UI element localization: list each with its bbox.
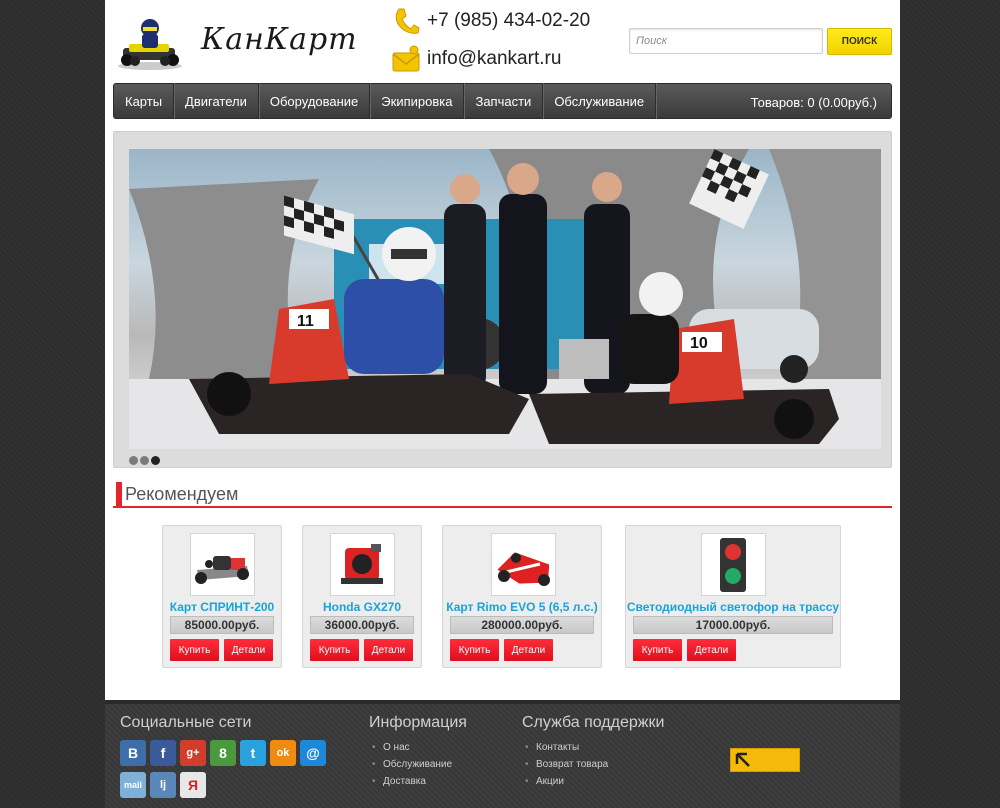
email-address[interactable]: info@kankart.ru	[427, 48, 561, 70]
details-button[interactable]: Детали	[504, 639, 553, 661]
footer: Социальные сети В f g+ 8 t ok @ mail lj …	[105, 700, 900, 808]
svg-text:11: 11	[297, 313, 314, 330]
phone-icon	[395, 8, 420, 34]
google-icon[interactable]: 8	[210, 740, 236, 766]
product-image[interactable]	[491, 533, 556, 596]
product-name[interactable]: Карт Rimo EVO 5 (6,5 л.с.)	[443, 600, 601, 614]
product-card: Светодиодный светофор на трассу 17000.00…	[625, 525, 841, 668]
email-contact: info@kankart.ru	[392, 44, 561, 74]
footer-support-links: Контакты Возврат товара Акции	[522, 742, 608, 793]
footer-link-about[interactable]: О нас	[369, 742, 452, 759]
footer-info-links: О нас Обслуживание Доставка	[369, 742, 452, 793]
slider-dot-2[interactable]	[140, 456, 149, 465]
nav-item-service[interactable]: Обслуживание	[543, 83, 657, 119]
buy-button[interactable]: Купить	[170, 639, 219, 661]
details-button[interactable]: Детали	[224, 639, 273, 661]
kart-rimo-icon	[497, 552, 550, 586]
search-input[interactable]	[629, 28, 823, 54]
footer-link-returns[interactable]: Возврат товара	[522, 759, 608, 776]
product-price: 36000.00руб.	[310, 616, 414, 634]
product-image[interactable]	[190, 533, 255, 596]
livejournal-icon[interactable]: lj	[150, 772, 176, 798]
slider-dots	[129, 456, 160, 465]
footer-link-contacts[interactable]: Контакты	[522, 742, 608, 759]
phone-contact: +7 (985) 434-02-20	[392, 6, 590, 36]
product-card: Карт СПРИНТ-200 85000.00руб. Купить Дета…	[162, 525, 282, 668]
logo-text: КанКарт	[201, 22, 358, 57]
nav-item-gear[interactable]: Экипировка	[370, 83, 465, 119]
facebook-icon[interactable]: f	[150, 740, 176, 766]
section-title: Рекомендуем	[125, 484, 239, 504]
product-image[interactable]	[701, 533, 766, 596]
phone-number[interactable]: +7 (985) 434-02-20	[427, 10, 590, 32]
product-price: 85000.00руб.	[170, 616, 274, 634]
footer-link-delivery[interactable]: Доставка	[369, 776, 452, 793]
section-recommended: Рекомендуем	[113, 482, 892, 508]
details-button[interactable]: Детали	[364, 639, 413, 661]
mailru-icon[interactable]: @	[300, 740, 326, 766]
product-price: 17000.00руб.	[633, 616, 833, 634]
buy-button[interactable]: Купить	[633, 639, 682, 661]
section-accent-bar	[116, 482, 122, 506]
product-name[interactable]: Светодиодный светофор на трассу	[626, 600, 840, 614]
nav-item-equipment[interactable]: Оборудование	[259, 83, 371, 119]
kart-sprint-icon	[195, 556, 249, 584]
arrow-up-left-icon	[735, 752, 750, 767]
nav-item-parts[interactable]: Запчасти	[464, 83, 544, 119]
nav-item-karts[interactable]: Карты	[114, 83, 175, 119]
product-name[interactable]: Honda GX270	[303, 600, 421, 614]
footer-info-title: Информация	[369, 714, 467, 731]
product-card: Honda GX270 36000.00руб. Купить Детали	[302, 525, 422, 668]
scroll-up-button[interactable]	[730, 748, 800, 772]
slider-dot-3[interactable]	[151, 456, 160, 465]
hero-slider: 11 10	[113, 131, 892, 468]
envelope-icon	[392, 45, 420, 72]
engine-icon	[341, 544, 383, 584]
product-price: 280000.00руб.	[450, 616, 594, 634]
karting-photo: 11 10	[129, 149, 881, 449]
page: КанКарт +7 (985) 434-02-20 info@kankart.…	[105, 0, 900, 700]
footer-link-promotions[interactable]: Акции	[522, 776, 608, 793]
vk-icon[interactable]: В	[120, 740, 146, 766]
email-share-icon[interactable]: mail	[120, 772, 146, 798]
nav-item-engines[interactable]: Двигатели	[174, 83, 259, 119]
slider-dot-1[interactable]	[129, 456, 138, 465]
slide-image[interactable]: 11 10	[129, 149, 881, 449]
svg-text:10: 10	[690, 335, 708, 352]
search-button[interactable]: ПОИСК	[827, 28, 892, 55]
main-nav: Карты Двигатели Оборудование Экипировка …	[113, 83, 892, 119]
product-card: Карт Rimo EVO 5 (6,5 л.с.) 280000.00руб.…	[442, 525, 602, 668]
product-name[interactable]: Карт СПРИНТ-200	[163, 600, 281, 614]
details-button[interactable]: Детали	[687, 639, 736, 661]
buy-button[interactable]: Купить	[310, 639, 359, 661]
footer-link-service[interactable]: Обслуживание	[369, 759, 452, 776]
footer-support-title: Служба поддержки	[522, 714, 665, 731]
product-image[interactable]	[330, 533, 395, 596]
site-logo[interactable]: КанКарт	[115, 14, 357, 74]
traffic-light-icon	[720, 538, 746, 592]
buy-button[interactable]: Купить	[450, 639, 499, 661]
kart-driver-icon	[118, 19, 182, 70]
twitter-icon[interactable]: t	[240, 740, 266, 766]
odnoklassniki-icon[interactable]: ok	[270, 740, 296, 766]
google-plus-icon[interactable]: g+	[180, 740, 206, 766]
yandex-icon[interactable]: Я	[180, 772, 206, 798]
cart-summary[interactable]: Товаров: 0 (0.00руб.)	[751, 84, 877, 120]
footer-social-title: Социальные сети	[120, 714, 252, 731]
